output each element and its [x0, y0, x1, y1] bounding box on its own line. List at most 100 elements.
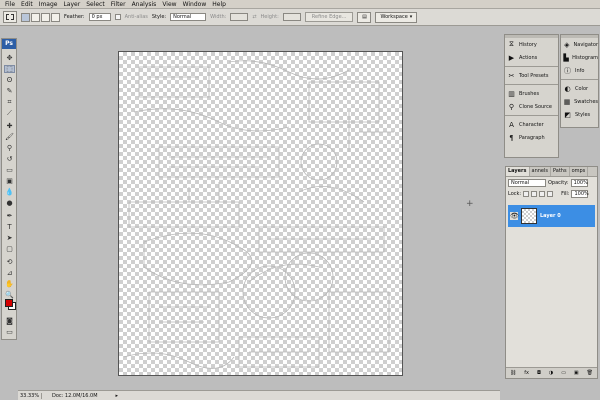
visibility-eye-icon[interactable]: 👁 — [510, 212, 519, 220]
tab-layer-comps[interactable]: omps — [570, 167, 589, 176]
type-tool-icon[interactable]: T — [4, 223, 15, 231]
menu-file[interactable]: File — [2, 0, 18, 9]
healing-brush-tool-icon[interactable]: ✚ — [4, 122, 15, 130]
info-panel-button[interactable]: ⓘ Info — [561, 64, 598, 77]
fill-input[interactable]: 100% — [571, 189, 589, 198]
swatches-panel-button[interactable]: ▦ Swatches — [561, 95, 598, 108]
navigator-label: Navigator — [573, 41, 598, 48]
menu-filter[interactable]: Filter — [108, 0, 129, 9]
crop-tool-icon[interactable]: ⌗ — [4, 98, 15, 106]
tab-layers[interactable]: Layers — [506, 167, 530, 176]
hand-tool-icon[interactable]: ✋ — [4, 280, 15, 288]
menu-select[interactable]: Select — [83, 0, 108, 9]
style-label: Style: — [151, 14, 167, 20]
rectangular-marquee-tool-icon[interactable]: ⬚ — [4, 65, 15, 73]
3d-rotate-tool-icon[interactable]: ⟲ — [4, 258, 15, 266]
shape-tool-icon[interactable]: ▢ — [4, 245, 15, 253]
adjustment-layer-icon[interactable]: ◑ — [549, 370, 553, 376]
new-layer-icon[interactable]: ▣ — [574, 370, 579, 376]
blend-mode-select[interactable]: Normal — [508, 178, 546, 187]
paragraph-panel-button[interactable]: ¶ Paragraph — [505, 131, 558, 144]
chevron-down-icon: ▾ — [409, 13, 413, 20]
histogram-panel-button[interactable]: ▙ Histogram — [561, 51, 598, 64]
zoom-tool-icon[interactable]: 🔍 — [4, 291, 15, 299]
feather-label: Feather: — [64, 14, 85, 20]
clone-stamp-tool-icon[interactable]: ⚲ — [4, 144, 15, 152]
quick-selection-tool-icon[interactable]: ✎ — [4, 87, 15, 95]
eraser-tool-icon[interactable]: ▭ — [4, 166, 15, 174]
color-panel-button[interactable]: ◐ Color — [561, 82, 598, 95]
swatches-label: Swatches — [574, 98, 598, 105]
actions-panel-button[interactable]: ▶ Actions — [505, 51, 558, 64]
opacity-input[interactable]: 100% — [570, 178, 588, 187]
dodge-tool-icon[interactable]: ● — [4, 199, 15, 207]
tab-channels[interactable]: annels — [530, 167, 551, 176]
layer-mask-icon[interactable]: ◘ — [537, 370, 541, 376]
history-panel-button[interactable]: ⧖ History — [505, 38, 558, 51]
slice-tool-icon[interactable]: ⟋ — [4, 109, 15, 117]
layer-row[interactable]: 👁 Layer 0 — [508, 205, 595, 227]
foreground-color-swatch[interactable] — [5, 299, 13, 307]
menu-help[interactable]: Help — [209, 0, 229, 9]
menu-edit[interactable]: Edit — [18, 0, 36, 9]
menu-image[interactable]: Image — [36, 0, 61, 9]
move-tool-icon[interactable]: ✥ — [4, 54, 15, 62]
layers-panel: Layers annels Paths omps Normal Opacity:… — [505, 166, 598, 379]
clone-source-icon: ⚲ — [508, 102, 515, 111]
crosshair-cursor-icon: + — [466, 199, 474, 209]
menu-window[interactable]: Window — [180, 0, 210, 9]
tool-preset-picker[interactable] — [3, 11, 17, 23]
feather-input[interactable]: 0 px — [88, 13, 111, 21]
link-layers-icon[interactable]: ⛓ — [510, 370, 516, 376]
antialias-checkbox[interactable] — [114, 14, 121, 20]
new-selection-button[interactable] — [21, 12, 30, 22]
menu-view[interactable]: View — [159, 0, 179, 9]
color-label: Color — [575, 85, 589, 92]
panel-toggle-button[interactable]: ▤ — [357, 11, 372, 23]
styles-icon: ◩ — [564, 110, 571, 119]
tool-presets-panel-button[interactable]: ✂ Tool Presets — [505, 69, 558, 82]
lock-transparent-icon[interactable] — [523, 190, 530, 197]
new-group-icon[interactable]: ▭ — [561, 370, 566, 376]
path-selection-tool-icon[interactable]: ➤ — [4, 234, 15, 242]
layer-style-icon[interactable]: fx — [524, 370, 529, 376]
lasso-tool-icon[interactable]: ʘ — [4, 76, 15, 84]
intersect-selection-button[interactable] — [51, 12, 60, 22]
lock-all-icon[interactable] — [547, 190, 554, 197]
workspace-button[interactable]: Workspace ▾ — [375, 11, 418, 23]
gradient-tool-icon[interactable]: ▣ — [4, 177, 15, 185]
swap-dimensions-icon[interactable]: ⇄ — [252, 14, 256, 20]
status-menu-arrow-icon[interactable]: ▸ — [116, 393, 119, 399]
height-input[interactable] — [282, 13, 301, 21]
quick-mask-icon[interactable]: ◙ — [4, 317, 15, 325]
eyedropper-tool-icon[interactable]: ⊿ — [4, 269, 15, 277]
clone-source-panel-button[interactable]: ⚲ Clone Source — [505, 100, 558, 113]
menu-bar: File Edit Image Layer Select Filter Anal… — [0, 0, 600, 9]
subtract-selection-button[interactable] — [41, 12, 50, 22]
styles-panel-button[interactable]: ◩ Styles — [561, 108, 598, 121]
delete-layer-icon[interactable]: 🗑 — [587, 370, 593, 376]
document-canvas[interactable] — [118, 51, 403, 376]
lock-image-icon[interactable] — [531, 190, 538, 197]
zoom-level[interactable]: 33.33% — [20, 392, 42, 399]
navigator-panel-button[interactable]: ◈ Navigator — [561, 38, 598, 51]
lock-position-icon[interactable] — [539, 190, 546, 197]
character-panel-button[interactable]: A Character — [505, 118, 558, 131]
refine-edge-button[interactable]: Refine Edge... — [304, 12, 354, 22]
style-select[interactable]: Normal — [170, 13, 207, 21]
brush-tool-icon[interactable]: 🖌 — [4, 133, 15, 141]
panels-icon: ▤ — [362, 14, 367, 20]
width-input[interactable] — [230, 13, 249, 21]
brushes-label: Brushes — [519, 90, 540, 97]
tab-paths[interactable]: Paths — [551, 167, 570, 176]
screen-mode-icon[interactable]: ▭ — [4, 328, 15, 336]
pen-tool-icon[interactable]: ✒ — [4, 212, 15, 220]
blur-tool-icon[interactable]: 💧 — [4, 188, 15, 196]
menu-analysis[interactable]: Analysis — [129, 0, 160, 9]
width-label: Width: — [210, 14, 227, 20]
menu-layer[interactable]: Layer — [60, 0, 83, 9]
layer-name[interactable]: Layer 0 — [540, 213, 561, 219]
history-brush-tool-icon[interactable]: ↺ — [4, 155, 15, 163]
brushes-panel-button[interactable]: ▥ Brushes — [505, 87, 558, 100]
add-selection-button[interactable] — [31, 12, 40, 22]
